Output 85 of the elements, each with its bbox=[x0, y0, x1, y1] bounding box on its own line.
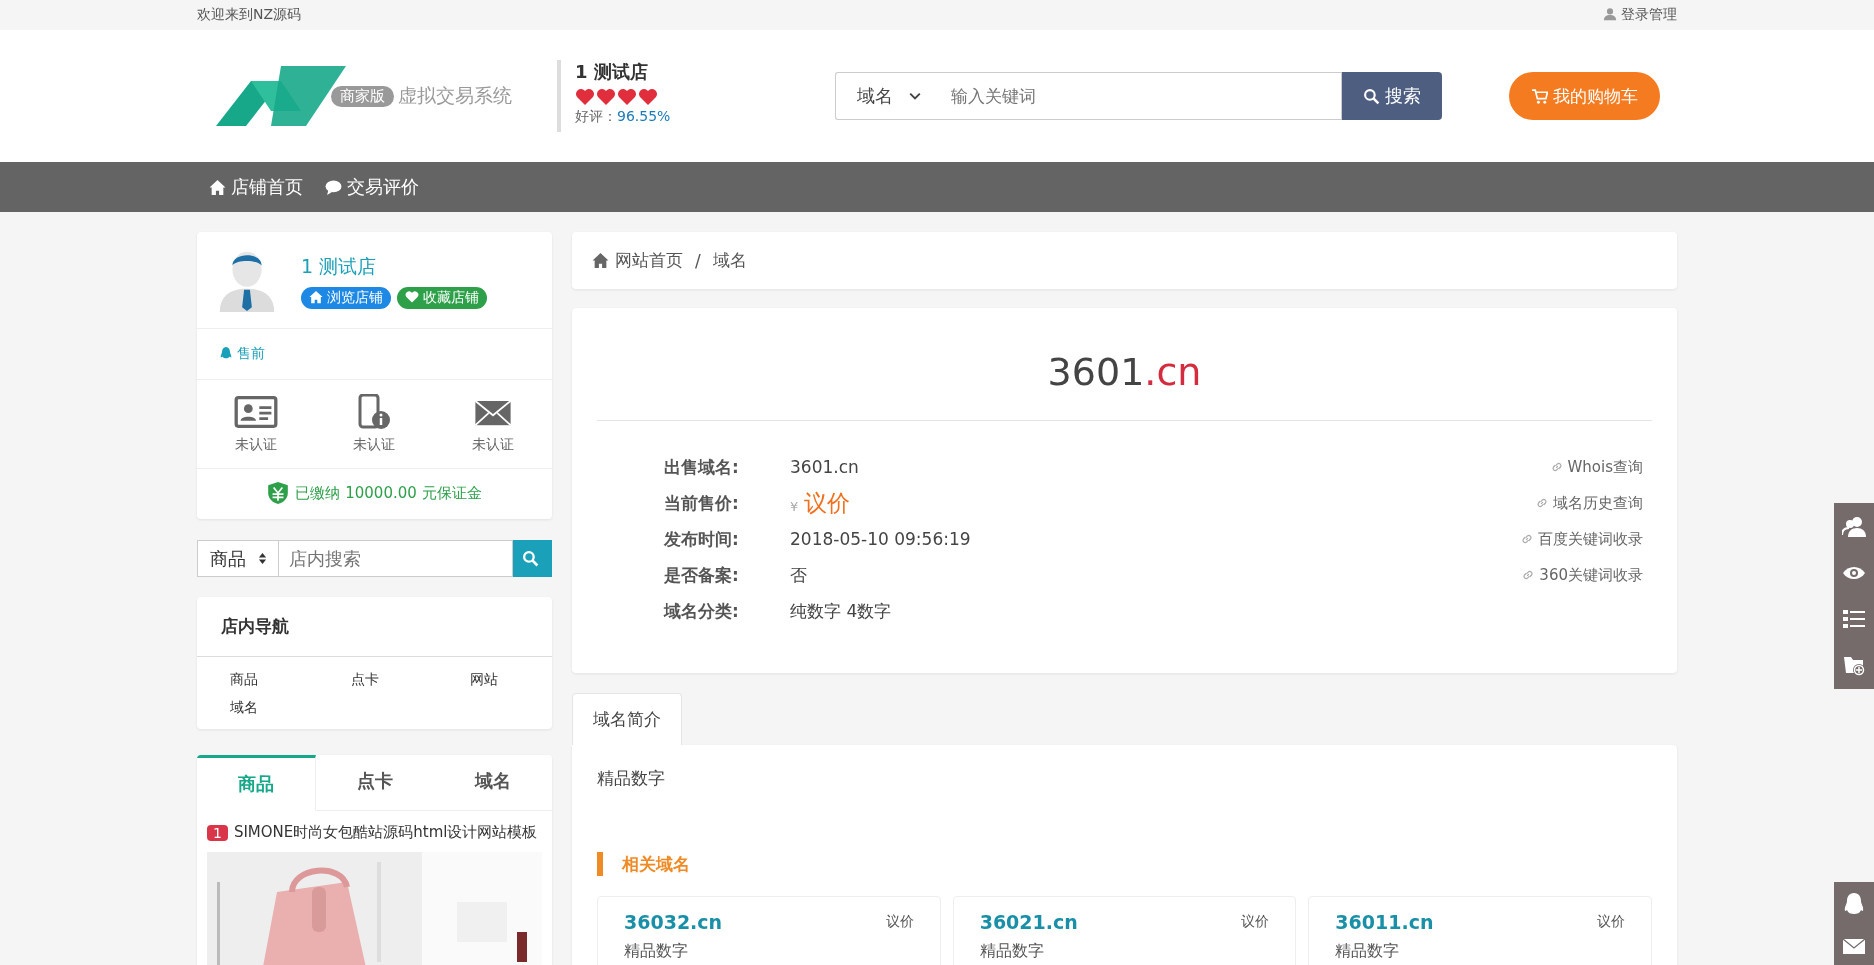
home-icon bbox=[209, 179, 226, 196]
search-button[interactable] bbox=[513, 540, 552, 577]
product-tab[interactable]: 点卡 bbox=[316, 755, 434, 811]
field-value: 2018-05-10 09:56:19 bbox=[790, 529, 971, 549]
users-icon[interactable] bbox=[1842, 515, 1866, 539]
home-icon bbox=[309, 290, 323, 304]
heart-icon bbox=[617, 88, 637, 106]
section-title: 店内导航 bbox=[197, 597, 552, 657]
link-icon bbox=[1549, 460, 1564, 474]
verification-status: 未认证 bbox=[353, 436, 396, 454]
verification-status: 未认证 bbox=[471, 436, 514, 454]
price-text: 议价 bbox=[885, 913, 914, 931]
id-card-icon bbox=[234, 394, 279, 430]
domain-title: 3601.cn bbox=[597, 308, 1652, 421]
domain-link[interactable]: 36011.cn bbox=[1335, 911, 1434, 933]
deposit-text: 已缴纳 10000.00 元保证金 bbox=[295, 483, 482, 503]
field-value: 3601.cn bbox=[790, 457, 859, 477]
user-icon bbox=[1603, 7, 1617, 21]
breadcrumb-link[interactable]: 域名 bbox=[712, 249, 747, 272]
query-link[interactable]: 百度关键词收录 bbox=[1520, 521, 1643, 557]
price-text: 议价 bbox=[1241, 913, 1270, 931]
shop-nav-link[interactable]: 网站 bbox=[469, 671, 498, 689]
list-icon[interactable] bbox=[1842, 607, 1866, 631]
shop-nav-link[interactable]: 域名 bbox=[230, 699, 259, 717]
favorite-shop-button[interactable]: 收藏店铺 bbox=[397, 287, 487, 309]
rank-badge: 1 bbox=[207, 824, 228, 841]
query-link[interactable]: Whois查询 bbox=[1549, 449, 1643, 485]
rating-label: 好评： bbox=[575, 108, 617, 124]
heart-icon bbox=[638, 88, 658, 106]
product-tab[interactable]: 域名 bbox=[434, 755, 552, 811]
heart-icon bbox=[575, 88, 595, 106]
search-icon bbox=[521, 550, 539, 567]
logo-text: 虚拟交易系统 bbox=[398, 83, 512, 108]
chat-icon[interactable] bbox=[1842, 892, 1866, 916]
product-link[interactable]: SIMONE时尚女包酷站源码html设计网站模板 bbox=[233, 823, 538, 842]
shop-nav-link[interactable]: 点卡 bbox=[351, 671, 380, 689]
link-icon bbox=[1520, 532, 1534, 546]
field-value: 纯数字 4数字 bbox=[790, 599, 892, 623]
search-icon bbox=[1363, 88, 1380, 105]
field-label: 是否备案: bbox=[664, 563, 740, 587]
field-label: 域名分类: bbox=[664, 599, 740, 623]
link-icon bbox=[1535, 496, 1549, 510]
field-label: 出售域名: bbox=[664, 455, 740, 479]
sort-arrows-icon bbox=[257, 552, 267, 565]
price-value: 议价 bbox=[804, 489, 851, 516]
shield-icon bbox=[267, 481, 290, 505]
category-select[interactable]: 商品 bbox=[197, 540, 279, 577]
field-label: 当前售价: bbox=[664, 491, 740, 515]
breadcrumb-separator: / bbox=[695, 250, 701, 271]
shop-name: 1 测试店 bbox=[575, 60, 649, 84]
field-label: 发布时间: bbox=[664, 527, 740, 551]
cart-icon bbox=[1531, 87, 1548, 105]
verification-status: 未认证 bbox=[235, 436, 278, 454]
shop-nav-link[interactable]: 商品 bbox=[230, 671, 259, 689]
section-title: 相关域名 bbox=[597, 852, 1652, 876]
link-icon bbox=[1521, 568, 1536, 582]
query-link[interactable]: 360关键词收录 bbox=[1521, 557, 1643, 593]
heart-icon bbox=[405, 290, 419, 304]
logo-badge: 商家版 bbox=[331, 85, 394, 107]
search-button[interactable]: 搜索 bbox=[1342, 72, 1442, 120]
domain-description: 精品数字 bbox=[979, 941, 1045, 962]
query-link[interactable]: 域名历史查询 bbox=[1535, 485, 1643, 521]
intro-text: 精品数字 bbox=[597, 767, 666, 790]
home-icon bbox=[592, 252, 609, 269]
presale-link[interactable]: 售前 bbox=[219, 345, 265, 361]
welcome-text: 欢迎来到NZ源码 bbox=[197, 6, 302, 24]
domain-link[interactable]: 36032.cn bbox=[624, 911, 723, 933]
rating-value: 96.55% bbox=[617, 108, 671, 124]
price-text: 议价 bbox=[1597, 913, 1625, 931]
penguin-icon bbox=[219, 346, 233, 360]
domain-description: 精品数字 bbox=[624, 941, 689, 962]
login-link[interactable]: 登录管理 bbox=[1603, 6, 1677, 24]
browse-shop-button[interactable]: 浏览店铺 bbox=[301, 287, 391, 309]
intro-tab[interactable]: 域名简介 bbox=[572, 693, 682, 745]
field-value: 否 bbox=[790, 563, 807, 587]
shop-search-field[interactable]: 店内搜索 bbox=[279, 540, 513, 577]
nav-link[interactable]: 店铺首页 bbox=[209, 175, 303, 199]
domain-description: 精品数字 bbox=[1335, 941, 1401, 962]
speech-bubble-icon bbox=[325, 179, 342, 196]
heart-icon bbox=[596, 88, 616, 106]
shop-name: 1 测试店 bbox=[301, 254, 378, 279]
breadcrumb-link[interactable]: 网站首页 bbox=[615, 249, 683, 272]
currency-sign: ¥ bbox=[790, 498, 799, 514]
nav-link[interactable]: 交易评价 bbox=[325, 175, 419, 199]
domain-link[interactable]: 36021.cn bbox=[979, 911, 1078, 933]
